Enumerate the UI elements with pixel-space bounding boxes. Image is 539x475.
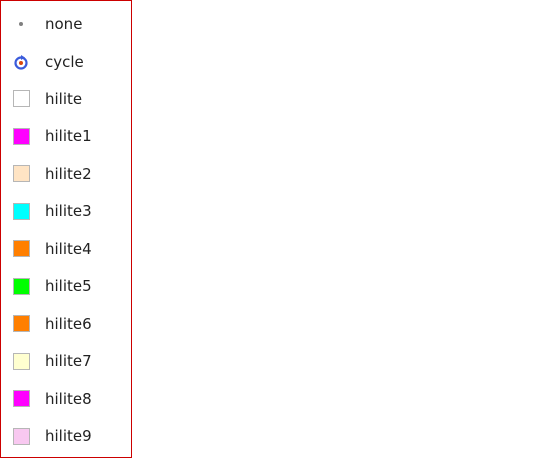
menu-item-label: hilite	[45, 89, 83, 108]
menu-item-hilite6[interactable]: hilite6	[1, 305, 131, 343]
swatch-icon	[10, 388, 32, 410]
swatch-icon	[10, 125, 32, 147]
menu-item-cycle[interactable]: cycle	[1, 43, 131, 81]
swatch-icon	[10, 275, 32, 297]
menu-item-hilite1[interactable]: hilite1	[1, 118, 131, 156]
menu-item-label: hilite5	[45, 277, 92, 296]
highlight-menu: none cycle hilite hilite1 hilite2 hilite…	[0, 0, 132, 458]
menu-item-hilite4[interactable]: hilite4	[1, 230, 131, 268]
swatch-icon	[10, 88, 32, 110]
menu-item-label: hilite1	[45, 127, 92, 146]
menu-item-hilite[interactable]: hilite	[1, 80, 131, 118]
menu-item-hilite2[interactable]: hilite2	[1, 155, 131, 193]
menu-item-hilite5[interactable]: hilite5	[1, 268, 131, 306]
swatch-icon	[10, 200, 32, 222]
menu-item-hilite8[interactable]: hilite8	[1, 380, 131, 418]
menu-item-label: hilite7	[45, 352, 92, 371]
menu-item-hilite9[interactable]: hilite9	[1, 418, 131, 456]
swatch-icon	[10, 350, 32, 372]
menu-item-label: none	[45, 14, 83, 33]
menu-item-label: hilite6	[45, 314, 92, 333]
menu-item-label: hilite3	[45, 202, 92, 221]
swatch-icon	[10, 163, 32, 185]
swatch-icon	[10, 238, 32, 260]
menu-item-hilite7[interactable]: hilite7	[1, 343, 131, 381]
menu-item-none[interactable]: none	[1, 5, 131, 43]
swatch-icon	[10, 313, 32, 335]
menu-item-hilite3[interactable]: hilite3	[1, 193, 131, 231]
menu-item-label: cycle	[45, 52, 84, 71]
menu-item-label: hilite9	[45, 427, 92, 446]
menu-item-label: hilite4	[45, 239, 92, 258]
dot-icon	[10, 13, 32, 35]
swatch-icon	[10, 425, 32, 447]
menu-item-label: hilite2	[45, 164, 92, 183]
menu-item-label: hilite8	[45, 389, 92, 408]
cycle-icon	[10, 51, 32, 73]
